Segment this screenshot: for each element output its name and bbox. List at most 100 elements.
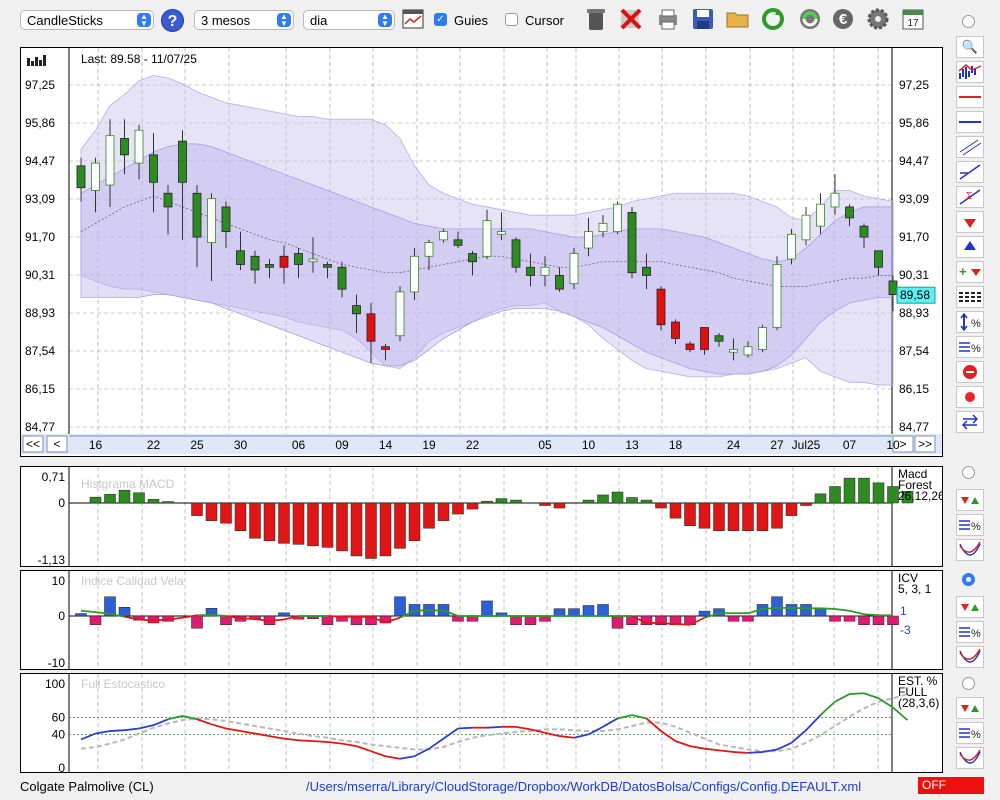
arrow-up-icon[interactable] — [956, 236, 984, 258]
macd-bar — [205, 502, 218, 521]
open-folder-icon[interactable] — [725, 6, 751, 32]
sync-icon[interactable] — [797, 6, 823, 32]
stochastic-k-line — [819, 700, 836, 716]
gear-icon[interactable] — [865, 6, 891, 32]
candle-body — [178, 140, 187, 183]
macd-bar — [249, 502, 261, 539]
candle-body — [758, 327, 767, 350]
delete-x-icon[interactable] — [618, 6, 644, 32]
add-signal-icon[interactable]: + — [956, 261, 984, 283]
candle-body — [410, 255, 419, 293]
chevron-updown-icon: ▲ ▼ — [137, 13, 151, 28]
off-status-badge[interactable]: OFF — [918, 777, 984, 794]
last-price-label: Last: 89.58 - 11/07/25 — [81, 52, 197, 66]
stochastic-k-line — [675, 740, 691, 748]
candle-body — [888, 280, 898, 296]
interval-select[interactable]: dia ▲ ▼ — [303, 10, 395, 30]
icv-bar — [568, 608, 580, 617]
trendline-icon[interactable] — [956, 161, 984, 183]
candle-body — [642, 266, 651, 276]
config-path-link[interactable]: /Users/mserra/Library/CloudStorage/Dropb… — [306, 779, 861, 794]
macd-bar — [307, 502, 319, 547]
macd-bar — [843, 477, 856, 504]
signal-arrows-icon[interactable] — [956, 596, 984, 618]
fibonacci-icon[interactable]: Σ — [956, 186, 984, 208]
curve-cross-icon[interactable] — [956, 646, 984, 668]
y-tick-label-right: 94,47 — [899, 154, 929, 168]
lines-percent-icon[interactable]: % — [956, 722, 984, 744]
candle-body — [859, 225, 869, 238]
macd-bar — [278, 502, 290, 544]
chart-type-select[interactable]: CandleSticks ▲ ▼ — [20, 10, 154, 30]
calendar-icon[interactable]: 17 — [900, 6, 926, 32]
macd-bar — [292, 502, 305, 545]
price-chart[interactable]: 84,77 84,77 86,15 86,15 87,54 87,54 88,93 88,93… — [21, 48, 942, 456]
blue-hline-icon[interactable] — [956, 111, 984, 133]
stochastic-k-line — [559, 735, 575, 739]
signal-arrows-icon[interactable] — [956, 489, 984, 511]
macd-panel-radio[interactable] — [962, 466, 975, 479]
stochastic-k-line — [124, 727, 140, 732]
scale-percent-icon[interactable]: % — [956, 311, 984, 333]
candle-body — [149, 154, 158, 183]
y-tick-label-right: 97,25 — [899, 78, 929, 92]
candle-body — [250, 255, 260, 271]
red-hline-icon[interactable] — [956, 86, 984, 108]
candle-body — [656, 288, 666, 326]
guides-checkbox[interactable]: ✓ — [434, 13, 447, 26]
candle-body — [76, 165, 86, 189]
bar-type-icon[interactable] — [956, 61, 984, 83]
icv-chart[interactable]: Indice Calidad Vela100-10ICV5, 3, 11-3 — [21, 571, 942, 670]
candle-body — [366, 313, 376, 342]
print-icon[interactable] — [655, 6, 681, 32]
zoom-search-icon[interactable]: 🔍 — [956, 36, 984, 58]
stochastic-panel-radio[interactable] — [962, 677, 975, 690]
stochastic-k-line — [486, 725, 502, 729]
dashed-lines-icon[interactable] — [956, 286, 984, 308]
record-icon[interactable] — [956, 386, 984, 408]
icv-signal-line — [762, 607, 778, 610]
stochastic-chart[interactable]: Full Estocastico10060400EST. %FULL(28,3,… — [21, 674, 942, 775]
y-tick-label: 91,70 — [25, 230, 55, 244]
icv-bar — [89, 615, 102, 625]
calendar-grid-icon[interactable] — [400, 6, 426, 32]
macd-bar — [829, 486, 841, 504]
save-icon[interactable] — [690, 6, 716, 32]
curve-cross-icon[interactable] — [956, 539, 984, 561]
icv-bar — [814, 608, 827, 617]
date-label: 16 — [89, 438, 103, 452]
curve-cross-icon[interactable] — [956, 747, 984, 769]
svg-text:%: % — [971, 521, 981, 533]
icv-bar — [191, 615, 203, 629]
period-select[interactable]: 3 mesos ▲ ▼ — [194, 10, 294, 30]
trash-icon[interactable] — [583, 6, 609, 32]
signal-arrows-icon[interactable] — [956, 697, 984, 719]
macd-bar — [452, 502, 464, 515]
price-panel-radio[interactable] — [962, 15, 975, 28]
candle-body — [163, 192, 173, 208]
candle-body — [323, 264, 332, 268]
channel-icon[interactable] — [956, 136, 984, 158]
macd-bar — [626, 497, 638, 504]
swap-icon[interactable] — [956, 411, 984, 433]
refresh-icon[interactable] — [760, 6, 786, 32]
macd-bar — [887, 486, 899, 504]
y-tick-label: 86,15 — [25, 382, 55, 396]
arrow-down-icon[interactable] — [956, 211, 984, 233]
euro-icon[interactable]: € — [830, 6, 856, 32]
cursor-checkbox[interactable] — [505, 13, 518, 26]
candle-body — [91, 162, 100, 191]
lines-percent-icon[interactable]: % — [956, 514, 984, 536]
y-tick-label-right: 93,09 — [899, 192, 929, 206]
macd-bar — [263, 502, 276, 542]
macd-chart[interactable]: Histgrama MACD0,710-1,13MacdForest26,12,… — [21, 467, 945, 567]
panel-right-label: 5, 3, 1 — [898, 582, 932, 596]
help-icon[interactable]: ? — [161, 9, 184, 32]
lines-percent-icon[interactable]: % — [956, 621, 984, 643]
stop-icon[interactable] — [956, 361, 984, 383]
date-label: 18 — [669, 438, 683, 452]
candle-body — [134, 129, 144, 164]
lines-percent-icon[interactable]: % — [956, 336, 984, 358]
candle-body — [439, 231, 448, 241]
icv-panel-radio[interactable] — [962, 573, 975, 586]
